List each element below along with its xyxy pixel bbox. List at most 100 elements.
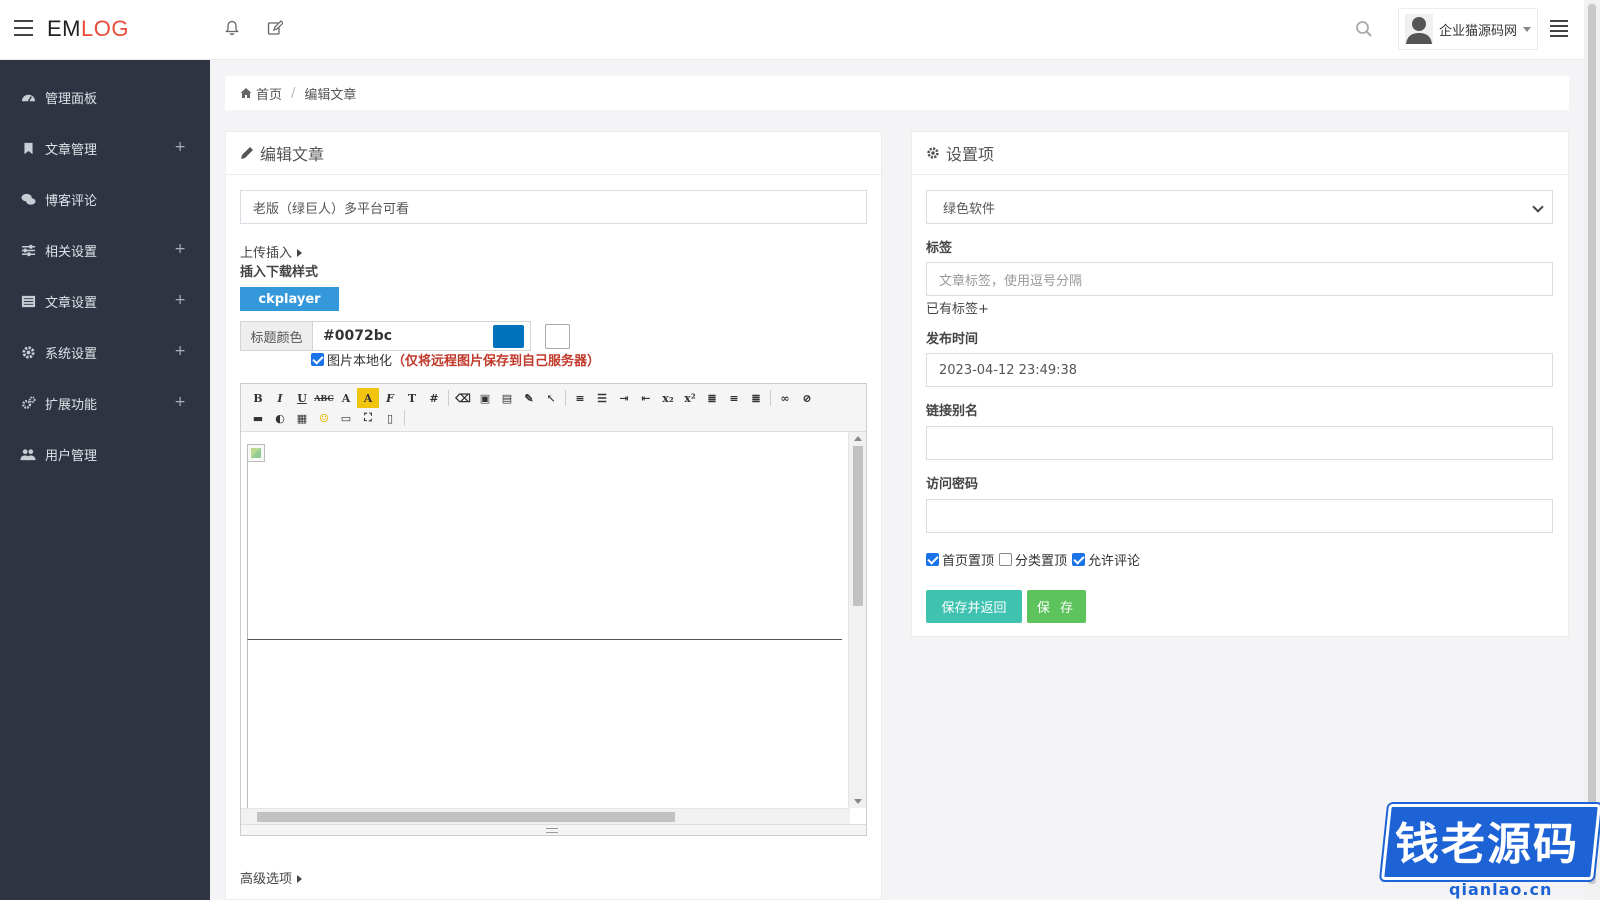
editor-toolbar: B I U ABC A A F T # ⌫ ▣ ▤ ✎ ↖ ≡ ☰ ⇥ ⇤ x₂…	[241, 384, 866, 432]
homepage-sticky-label: 首页置顶	[942, 554, 995, 569]
align-center-icon[interactable]: ≡	[723, 388, 745, 408]
post-title-input[interactable]: 老版（绿巨人）多平台可看	[240, 190, 867, 224]
expand-icon[interactable]: +	[174, 292, 186, 308]
scroll-down-icon[interactable]	[854, 799, 862, 804]
expand-icon[interactable]: +	[174, 343, 186, 359]
subscript-icon[interactable]: x₂	[657, 388, 679, 408]
sidebar-item-article-settings[interactable]: 文章设置 +	[0, 276, 210, 327]
existing-tags-link[interactable]: 已有标签+	[926, 298, 989, 317]
select-all-icon[interactable]: ↖	[540, 388, 562, 408]
highlight-icon[interactable]: A	[357, 388, 379, 408]
ckplayer-button[interactable]: ckplayer	[240, 287, 339, 311]
flash-icon[interactable]: ◐	[269, 408, 291, 428]
bell-icon[interactable]	[218, 14, 246, 42]
sidebar: 管理面板 文章管理 + 博客评论 相关设置 + 文章设置 + 系统设置 + 扩展…	[0, 60, 210, 900]
emoticon-icon[interactable]: ☺	[313, 408, 335, 428]
line-height-icon[interactable]: #	[423, 388, 445, 408]
title-color-group: 标题颜色 #0072bc	[240, 321, 570, 351]
eraser-icon[interactable]: ⌫	[452, 388, 474, 408]
ordered-list-icon[interactable]: ≡	[569, 388, 591, 408]
source-icon[interactable]: ▯	[379, 408, 401, 428]
editor-vertical-scrollbar[interactable]	[848, 432, 866, 808]
superscript-icon[interactable]: x²	[679, 388, 701, 408]
link-icon[interactable]: ∞	[774, 388, 796, 408]
save-button[interactable]: 保 存	[1027, 590, 1086, 623]
underline-icon[interactable]: U	[291, 388, 313, 408]
sidebar-item-label: 管理面板	[45, 92, 98, 107]
home-icon	[240, 88, 252, 98]
editor-horizontal-scrollbar[interactable]	[241, 808, 850, 824]
publish-time-input[interactable]: 2023-04-12 23:49:38	[926, 353, 1553, 387]
sidebar-item-comments[interactable]: 博客评论	[0, 174, 210, 225]
chevron-down-icon	[1523, 26, 1532, 32]
sliders-icon	[20, 243, 36, 259]
page-scrollbar[interactable]	[1584, 0, 1600, 900]
publish-time-label: 发布时间	[926, 332, 979, 347]
sidebar-item-system-settings[interactable]: 系统设置 +	[0, 327, 210, 378]
sidebar-item-users[interactable]: 用户管理	[0, 429, 210, 480]
expand-icon[interactable]: +	[174, 394, 186, 410]
edit-icon[interactable]	[261, 14, 289, 42]
sidebar-item-related-settings[interactable]: 相关设置 +	[0, 225, 210, 276]
font-family-icon[interactable]: F	[379, 388, 401, 408]
top-bar: EMLOG 企业猫源码网	[0, 0, 1584, 60]
password-label: 访问密码	[926, 477, 979, 492]
category-sticky-checkbox[interactable]	[999, 553, 1013, 566]
edit-article-card: 编辑文章 老版（绿巨人）多平台可看 上传插入 插入下载样式 ckplayer 标…	[225, 131, 882, 900]
list-icon[interactable]	[1550, 20, 1568, 37]
paste-word-icon[interactable]: ▤	[496, 388, 518, 408]
password-input[interactable]	[926, 499, 1553, 533]
title-color-input[interactable]: #0072bc	[313, 321, 531, 351]
sidebar-item-extensions[interactable]: 扩展功能 +	[0, 378, 210, 429]
color-swatch[interactable]	[493, 325, 524, 348]
scroll-thumb[interactable]	[853, 446, 863, 606]
menu-icon[interactable]	[14, 20, 33, 36]
expand-icon[interactable]: +	[174, 241, 186, 257]
category-select[interactable]: 绿色软件	[926, 190, 1553, 224]
editor-content[interactable]	[241, 432, 848, 808]
save-and-return-button[interactable]: 保存并返回	[926, 590, 1022, 623]
localize-images-checkbox[interactable]	[311, 353, 324, 366]
insert-download-style-label: 插入下载样式	[240, 265, 319, 280]
slug-input[interactable]	[926, 426, 1553, 460]
scroll-up-icon[interactable]	[854, 436, 862, 441]
align-right-icon[interactable]: ≣	[745, 388, 767, 408]
fullscreen-icon[interactable]: ⛶	[357, 408, 379, 428]
image-icon[interactable]: ▬	[247, 408, 269, 428]
expand-icon[interactable]: +	[174, 139, 186, 155]
scroll-thumb[interactable]	[257, 812, 675, 822]
code-icon[interactable]: ▭	[335, 408, 357, 428]
sidebar-item-dashboard[interactable]: 管理面板	[0, 72, 210, 123]
unlink-icon[interactable]: ⊘	[796, 388, 818, 408]
italic-icon[interactable]: I	[269, 388, 291, 408]
logo[interactable]: EMLOG	[47, 16, 129, 42]
user-menu[interactable]: 企业猫源码网	[1398, 8, 1538, 50]
font-size-icon[interactable]: T	[401, 388, 423, 408]
cogs-icon	[20, 396, 36, 412]
strikethrough-icon[interactable]: ABC	[313, 388, 335, 408]
advanced-options-toggle[interactable]: 高级选项	[240, 868, 303, 887]
homepage-sticky-checkbox[interactable]	[926, 553, 939, 566]
grip-icon[interactable]	[546, 828, 558, 833]
tags-input[interactable]: 文章标签，使用逗号分隔	[926, 262, 1553, 296]
indent-icon[interactable]: ⇥	[613, 388, 635, 408]
content-frame	[247, 444, 842, 640]
upload-insert-toggle[interactable]: 上传插入	[240, 242, 303, 261]
bold-icon[interactable]: B	[247, 388, 269, 408]
settings-card: 设置项 绿色软件 标签 文章标签，使用逗号分隔 已有标签+ 发布时间 2023-…	[911, 131, 1569, 637]
font-color-icon[interactable]: A	[335, 388, 357, 408]
unordered-list-icon[interactable]: ☰	[591, 388, 613, 408]
clear-color-swatch[interactable]	[545, 324, 570, 349]
sidebar-item-articles[interactable]: 文章管理 +	[0, 123, 210, 174]
outdent-icon[interactable]: ⇤	[635, 388, 657, 408]
allow-comments-checkbox[interactable]	[1072, 553, 1086, 566]
editor-resize-handle[interactable]	[241, 824, 866, 835]
scroll-thumb[interactable]	[1588, 4, 1596, 884]
format-brush-icon[interactable]: ✎	[518, 388, 540, 408]
breadcrumb-separator: /	[291, 85, 296, 101]
paste-icon[interactable]: ▣	[474, 388, 496, 408]
breadcrumb-home-link[interactable]: 首页	[256, 84, 282, 103]
search-icon[interactable]	[1355, 20, 1373, 38]
table-icon[interactable]: ▦	[291, 408, 313, 428]
align-left-icon[interactable]: ≣	[701, 388, 723, 408]
